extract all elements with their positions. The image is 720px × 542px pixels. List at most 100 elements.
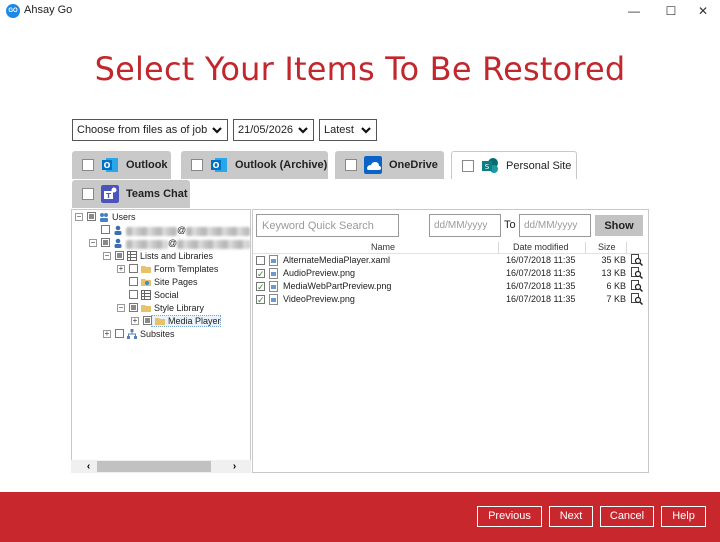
tree-node-media-player[interactable]: Media Player: [168, 315, 221, 328]
tab-label: Teams Chat: [126, 188, 188, 200]
tree-checkbox[interactable]: [143, 316, 152, 325]
collapse-toggle[interactable]: −: [75, 213, 83, 221]
preview-icon[interactable]: [631, 254, 643, 266]
column-header-size[interactable]: Size: [598, 242, 616, 253]
sharepoint-icon: S: [482, 158, 498, 173]
tab-personal-site[interactable]: S Personal Site: [451, 151, 577, 179]
file-size: 35 KB: [601, 255, 626, 265]
file-row[interactable]: VideoPreview.png 16/07/2018 11:35 7 KB: [254, 293, 646, 307]
tab-outlook[interactable]: O Outlook: [72, 151, 171, 179]
tree-checkbox-user[interactable]: [101, 238, 110, 247]
svg-text:O: O: [213, 161, 220, 170]
tree-checkbox[interactable]: [129, 277, 138, 286]
column-header-name[interactable]: Name: [371, 242, 395, 253]
file-name: MediaWebPartPreview.png: [283, 281, 392, 291]
file-icon: [269, 255, 278, 266]
date-dropdown[interactable]: 21/05/2026: [233, 119, 314, 141]
file-date: 16/07/2018 11:35: [506, 268, 576, 278]
file-row[interactable]: MediaWebPartPreview.png 16/07/2018 11:35…: [254, 280, 646, 294]
file-date: 16/07/2018 11:35: [506, 294, 576, 304]
tab-checkbox[interactable]: [82, 159, 94, 171]
file-row[interactable]: AudioPreview.png 16/07/2018 11:35 13 KB: [254, 267, 646, 281]
close-button[interactable]: ✕: [686, 0, 720, 22]
show-button[interactable]: Show: [595, 215, 643, 236]
column-header-date[interactable]: Date modified: [513, 242, 569, 253]
file-icon: [269, 268, 278, 279]
file-checkbox[interactable]: [256, 281, 265, 294]
preview-icon[interactable]: [631, 267, 643, 279]
collapse-toggle[interactable]: −: [117, 304, 125, 312]
version-dropdown[interactable]: Latest: [319, 119, 377, 141]
tree-node-social[interactable]: Social: [154, 289, 179, 302]
tree-checkbox[interactable]: [115, 329, 124, 338]
column-separator[interactable]: [585, 242, 586, 253]
tree-checkbox[interactable]: [129, 290, 138, 299]
next-button[interactable]: Next: [549, 506, 593, 527]
file-row[interactable]: AlternateMediaPlayer.xaml 16/07/2018 11:…: [254, 254, 646, 267]
file-icon: [269, 281, 278, 292]
tab-onedrive[interactable]: OneDrive: [335, 151, 444, 179]
tab-label: Personal Site: [506, 160, 572, 172]
cancel-button[interactable]: Cancel: [600, 506, 654, 527]
to-date-input[interactable]: [519, 214, 591, 237]
date-value: 21/05/2026: [238, 124, 294, 136]
scroll-right-icon[interactable]: ›: [228, 460, 241, 473]
page-title: Select Your Items To Be Restored: [94, 50, 626, 88]
file-checkbox[interactable]: [256, 294, 265, 307]
outlook-archive-icon: O: [211, 158, 227, 172]
tree-node-subsites[interactable]: Subsites: [140, 328, 175, 341]
version-value: Latest: [324, 124, 354, 136]
tree-horizontal-scrollbar[interactable]: ‹ ›: [71, 460, 251, 473]
tab-checkbox[interactable]: [191, 159, 203, 171]
user-email-at: @: [168, 238, 178, 248]
file-checkbox[interactable]: [256, 256, 265, 265]
scroll-thumb[interactable]: [97, 461, 211, 472]
file-date: 16/07/2018 11:35: [506, 255, 576, 265]
expand-toggle[interactable]: +: [117, 265, 125, 273]
choose-from-dropdown[interactable]: Choose from files as of job: [72, 119, 228, 141]
column-separator[interactable]: [626, 242, 627, 253]
list-icon: [141, 290, 151, 300]
tree-checkbox-user[interactable]: [101, 225, 110, 234]
collapse-toggle[interactable]: −: [103, 252, 111, 260]
tree-node-style-library[interactable]: Style Library: [154, 302, 204, 315]
file-name: AudioPreview.png: [283, 268, 356, 278]
minimize-button[interactable]: —: [617, 0, 651, 22]
preview-icon[interactable]: [631, 293, 643, 305]
svg-text:O: O: [104, 161, 111, 170]
collapse-toggle[interactable]: −: [89, 239, 97, 247]
tab-checkbox[interactable]: [345, 159, 357, 171]
subsites-icon: [127, 329, 137, 339]
site-pages-icon: [141, 279, 151, 286]
tree-node-users[interactable]: Users: [112, 211, 136, 224]
redacted-username: [126, 227, 177, 236]
tree-checkbox[interactable]: [129, 264, 138, 273]
teams-icon: T: [101, 185, 119, 203]
tree-checkbox-users[interactable]: [87, 212, 96, 221]
chevron-down-icon: [298, 127, 308, 134]
tree-checkbox[interactable]: [129, 303, 138, 312]
tab-teams-chat[interactable]: T Teams Chat: [72, 180, 190, 208]
tree-node-lists-and-libraries[interactable]: Lists and Libraries: [140, 250, 213, 263]
expand-toggle[interactable]: +: [103, 330, 111, 338]
tree-node-form-templates[interactable]: Form Templates: [154, 263, 218, 276]
choose-from-value: Choose from files as of job: [77, 124, 208, 136]
svg-text:S: S: [485, 163, 490, 171]
tree-checkbox-lists[interactable]: [115, 251, 124, 260]
previous-button[interactable]: Previous: [477, 506, 542, 527]
column-separator[interactable]: [498, 242, 499, 253]
help-button[interactable]: Help: [661, 506, 706, 527]
file-checkbox[interactable]: [256, 268, 265, 281]
from-date-input[interactable]: [429, 214, 501, 237]
list-icon: [127, 251, 137, 261]
keyword-search-input[interactable]: [256, 214, 399, 237]
expand-toggle[interactable]: +: [131, 317, 139, 325]
tab-checkbox[interactable]: [82, 188, 94, 200]
tab-outlook-archive[interactable]: O Outlook (Archive): [181, 151, 328, 179]
tab-checkbox[interactable]: [462, 160, 474, 172]
to-label: To: [504, 219, 516, 231]
preview-icon[interactable]: [631, 280, 643, 292]
maximize-button[interactable]: ☐: [654, 0, 688, 22]
scroll-left-icon[interactable]: ‹: [82, 460, 95, 473]
tree-node-site-pages[interactable]: Site Pages: [154, 276, 198, 289]
